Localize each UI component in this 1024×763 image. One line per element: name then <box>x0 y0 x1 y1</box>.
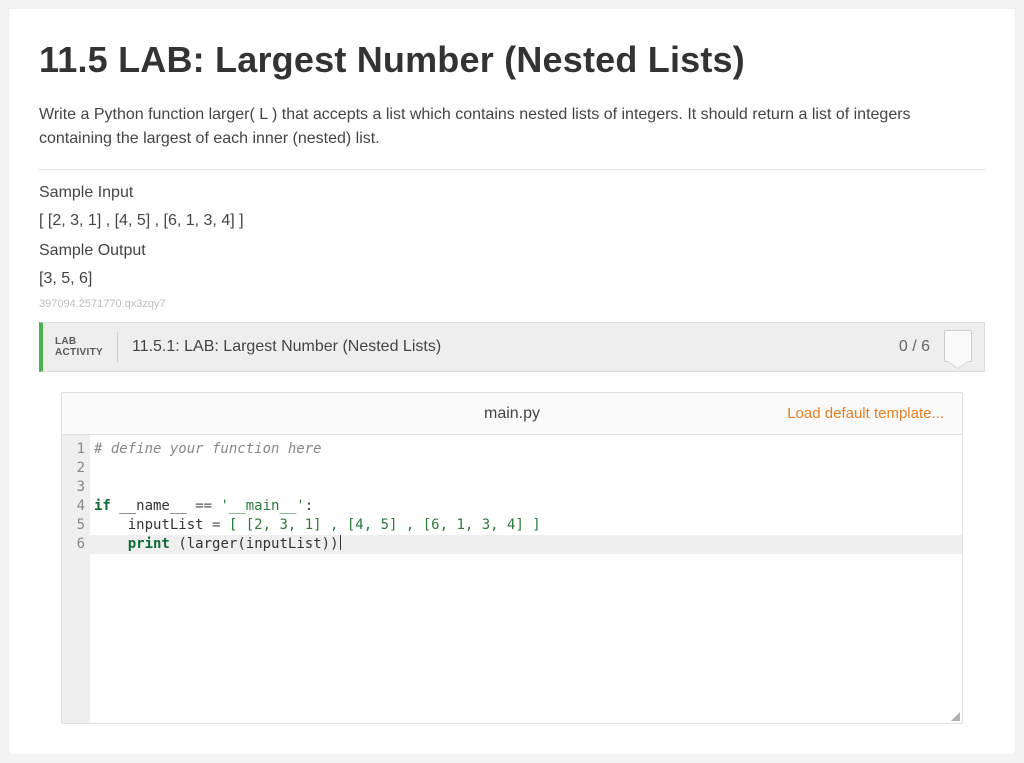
editor-header: main.py Load default template... <box>62 393 962 435</box>
editor-container: main.py Load default template... 1 2 3 4… <box>39 372 985 724</box>
sample-input-label: Sample Input <box>39 184 985 202</box>
resize-handle-icon[interactable] <box>951 712 960 721</box>
line-number: 5 <box>62 516 90 535</box>
code-op: = <box>212 517 229 533</box>
reference-hash: 397094.2571770.qx3zqy7 <box>39 298 985 310</box>
page-title: 11.5 LAB: Largest Number (Nested Lists) <box>39 39 985 81</box>
divider <box>39 169 985 170</box>
line-number: 4 <box>62 497 90 516</box>
code-string: '__main__' <box>212 498 305 514</box>
line-number: 2 <box>62 459 90 478</box>
code-builtin: print <box>128 536 170 552</box>
code-ident: __name__ <box>111 498 195 514</box>
tag-line-1: LAB <box>55 336 103 348</box>
code-paren: ( <box>237 536 245 552</box>
code-line[interactable]: inputList = [ [2, 3, 1] , [4, 5] , [6, 1… <box>90 516 962 535</box>
code-paren: ) <box>322 536 330 552</box>
code-list-literal: [ [2, 3, 1] , [4, 5] , [6, 1, 3, 4] ] <box>229 517 541 533</box>
lab-activity-bar: LAB ACTIVITY 11.5.1: LAB: Largest Number… <box>39 322 985 372</box>
lab-activity-tag: LAB ACTIVITY <box>55 336 103 359</box>
code-paren: ) <box>330 536 338 552</box>
score-ribbon-icon[interactable] <box>944 330 972 362</box>
sample-output-label: Sample Output <box>39 242 985 260</box>
line-gutter: 1 2 3 4 5 6 <box>62 435 90 723</box>
lab-description: Write a Python function larger( L ) that… <box>39 103 985 151</box>
code-keyword: if <box>94 498 111 514</box>
line-number: 1 <box>62 440 90 459</box>
code-paren: ( <box>178 536 186 552</box>
editor-body[interactable]: 1 2 3 4 5 6 # define your function here … <box>62 435 962 723</box>
code-ident: inputList <box>246 536 322 552</box>
line-number: 6 <box>62 535 90 554</box>
sample-output-value: [3, 5, 6] <box>39 270 985 288</box>
page: 11.5 LAB: Largest Number (Nested Lists) … <box>8 8 1016 755</box>
code-editor: main.py Load default template... 1 2 3 4… <box>61 392 963 724</box>
code-op: == <box>195 498 212 514</box>
line-number: 3 <box>62 478 90 497</box>
load-default-template-link[interactable]: Load default template... <box>787 405 944 422</box>
code-line[interactable] <box>90 478 962 497</box>
sample-input-value: [ [2, 3, 1] , [4, 5] , [6, 1, 3, 4] ] <box>39 212 985 230</box>
lab-score: 0 / 6 <box>899 338 930 356</box>
text-cursor <box>340 535 341 550</box>
code-comment: # define your function here <box>94 441 322 457</box>
code-ident: inputList <box>128 517 212 533</box>
tag-line-2: ACTIVITY <box>55 347 103 359</box>
code-line[interactable]: if __name__ == '__main__': <box>90 497 962 516</box>
code-area[interactable]: # define your function here if __name__ … <box>90 435 962 723</box>
code-line[interactable]: # define your function here <box>90 440 962 459</box>
code-indent <box>94 517 128 533</box>
editor-filename: main.py <box>484 405 540 423</box>
code-ident: larger <box>187 536 238 552</box>
lab-activity-title: 11.5.1: LAB: Largest Number (Nested List… <box>132 338 899 356</box>
code-line-active[interactable]: print (larger(inputList)) <box>90 535 962 554</box>
code-line[interactable] <box>90 459 962 478</box>
vertical-divider <box>117 332 118 362</box>
code-colon: : <box>305 498 313 514</box>
code-indent <box>94 536 128 552</box>
